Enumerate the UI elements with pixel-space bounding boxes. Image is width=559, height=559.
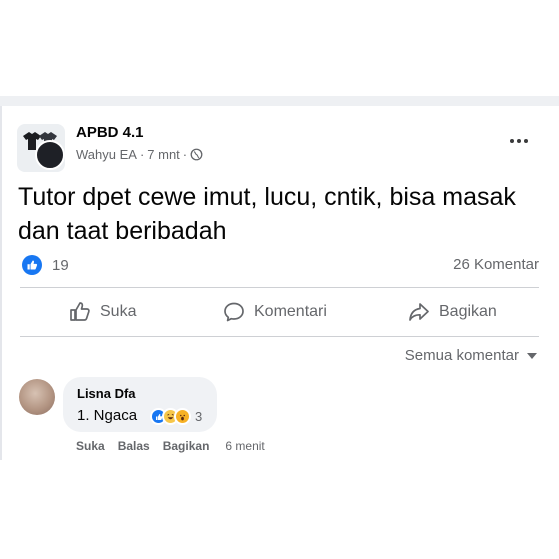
post-text: Tutor dpet cewe imut, lucu, cntik, bisa … — [18, 183, 516, 245]
thumbs-up-icon — [70, 302, 90, 321]
group-name[interactable]: APBD 4.1 — [76, 124, 144, 141]
share-button[interactable]: Bagikan — [407, 298, 497, 326]
share-icon — [409, 303, 429, 321]
comment-share-link[interactable]: Bagikan — [163, 439, 210, 453]
more-icon-dot — [517, 139, 521, 143]
more-icon-dot — [510, 139, 514, 143]
meta-separator: · — [182, 147, 188, 162]
like-label: Suka — [100, 303, 137, 320]
more-icon-dot — [524, 139, 528, 143]
meta-separator: · — [139, 147, 145, 162]
comment-like-link[interactable]: Suka — [76, 439, 105, 453]
reaction-summary[interactable]: 19 — [22, 255, 69, 275]
comment-reaction-count: 3 — [195, 409, 203, 424]
more-options-button[interactable] — [505, 130, 533, 152]
wow-reaction-icon — [174, 408, 191, 425]
commenter-avatar[interactable] — [19, 379, 55, 415]
comment-filter-label: Semua komentar — [404, 347, 519, 364]
comment-actions: Suka Balas Bagikan 6 menit — [76, 439, 265, 453]
feed-separator — [0, 96, 559, 106]
comment-count[interactable]: 26 Komentar — [453, 256, 539, 273]
comment-label: Komentari — [254, 303, 327, 320]
comment-filter-dropdown[interactable]: Semua komentar — [405, 347, 537, 364]
comment-icon — [224, 302, 244, 322]
author-avatar[interactable] — [35, 140, 65, 170]
comment-reactions[interactable]: 3 — [150, 408, 202, 425]
like-reaction-icon — [22, 255, 42, 275]
reaction-count: 19 — [52, 256, 69, 274]
divider — [20, 336, 539, 337]
globe-icon — [190, 148, 203, 161]
author-name[interactable]: Wahyu EA — [76, 147, 137, 162]
comment-button[interactable]: Komentari — [222, 298, 327, 326]
commenter-name[interactable]: Lisna Dfa — [77, 386, 136, 401]
comment-time[interactable]: 6 menit — [225, 439, 264, 453]
comment-reply-link[interactable]: Balas — [118, 439, 150, 453]
divider — [20, 287, 539, 288]
caret-down-icon — [527, 352, 537, 359]
post-time[interactable]: 7 mnt — [147, 147, 180, 162]
like-button[interactable]: Suka — [68, 298, 136, 326]
post-meta: Wahyu EA · 7 mnt · — [76, 147, 203, 162]
comment-text: 1. Ngaca — [77, 407, 138, 424]
share-label: Bagikan — [439, 303, 497, 320]
